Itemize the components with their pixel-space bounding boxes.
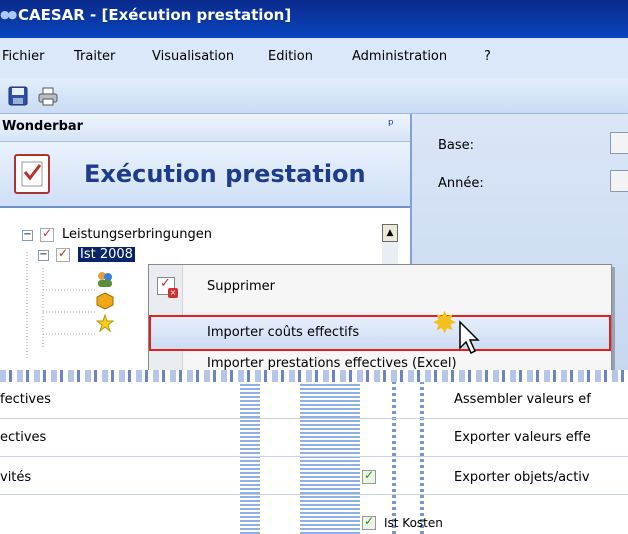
app-icon: ●● — [0, 8, 17, 21]
mouse-cursor-icon — [459, 320, 480, 355]
menu-item-label: Supprimer — [207, 279, 275, 294]
base-field[interactable] — [610, 132, 628, 154]
row-divider — [0, 456, 628, 457]
menu-fichier[interactable]: Fichier — [2, 49, 45, 64]
banner-title: Exécution prestation — [84, 160, 366, 188]
menu-visualisation[interactable]: Visualisation — [152, 49, 234, 64]
base-label: Base: — [438, 138, 475, 153]
render-artifact — [240, 384, 260, 534]
wonderbar-title: Wonderbar — [2, 119, 84, 134]
list-item[interactable]: Ist Kosten — [384, 516, 443, 530]
list-item[interactable]: Exporter valeurs effe — [454, 430, 591, 445]
list-item[interactable]: vités — [0, 470, 31, 485]
column-separator — [420, 382, 424, 534]
checklist-icon — [14, 154, 50, 194]
annee-field[interactable] — [610, 170, 628, 192]
annee-label: Année: — [438, 176, 484, 191]
scroll-up-button[interactable]: ▲ — [382, 224, 398, 242]
menu-edition[interactable]: Edition — [268, 49, 313, 64]
menu-item-supprimer[interactable]: × Supprimer — [149, 269, 611, 305]
window-title: CAESAR - [Exécution prestation] — [18, 6, 292, 24]
click-sparkle-icon: ✸ — [432, 306, 458, 341]
print-icon[interactable] — [38, 86, 58, 106]
pin-icon[interactable]: ᵖ — [388, 117, 394, 133]
context-menu: × Supprimer Importer coûts effectifs Imp… — [148, 264, 612, 374]
toolbar — [0, 78, 628, 114]
menu-help[interactable]: ? — [484, 49, 491, 64]
wonderbar-header: Wonderbar ᵖ — [0, 114, 410, 142]
column-separator — [392, 382, 396, 534]
checklist-icon — [362, 468, 376, 484]
save-icon[interactable] — [8, 86, 28, 106]
title-bar: ●● CAESAR - [Exécution prestation] — [0, 0, 628, 38]
delete-icon: × — [157, 276, 178, 298]
render-artifact — [0, 370, 628, 382]
row-divider — [0, 494, 628, 495]
tree-lines — [26, 252, 96, 358]
lower-panel: fectives ectives vités Assembler valeurs… — [0, 370, 628, 534]
menu-traiter[interactable]: Traiter — [74, 49, 115, 64]
menu-item-label: Importer coûts effectifs — [207, 325, 360, 340]
render-artifact — [300, 384, 360, 534]
menu-item-label: Importer prestations effectives (Excel) — [207, 356, 457, 371]
list-item[interactable]: Exporter objets/activ — [454, 470, 590, 485]
checklist-icon — [362, 514, 376, 530]
menu-administration[interactable]: Administration — [352, 49, 447, 64]
list-item[interactable]: ectives — [0, 430, 46, 445]
list-item[interactable]: fectives — [0, 392, 51, 407]
list-item[interactable]: Assembler valeurs ef — [454, 392, 591, 407]
row-divider — [0, 418, 628, 419]
menu-item-importer-couts[interactable]: Importer coûts effectifs — [149, 315, 611, 351]
wonderbar-banner: Exécution prestation — [0, 142, 410, 208]
menu-bar: Fichier Traiter Visualisation Edition Ad… — [0, 38, 628, 78]
